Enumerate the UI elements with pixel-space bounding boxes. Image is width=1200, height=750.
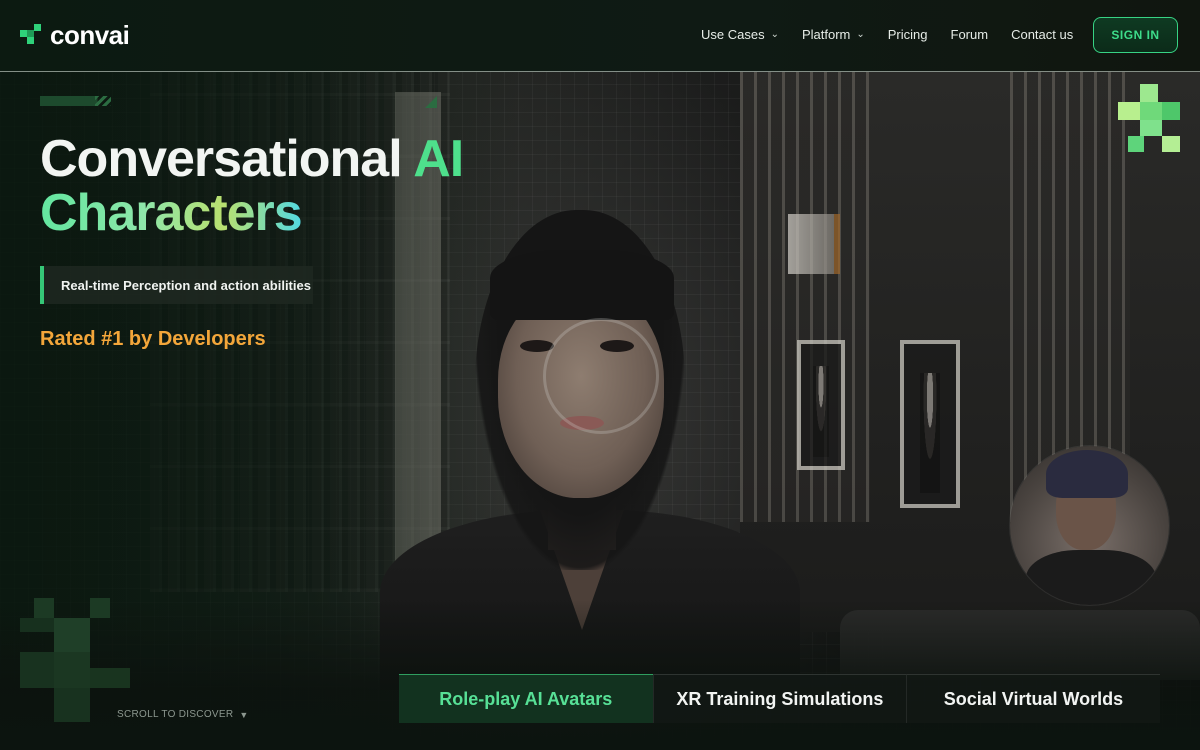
nav-label: Forum xyxy=(950,27,989,42)
chevron-down-icon: ⌄ xyxy=(770,29,779,40)
feature-pill: Real-time Perception and action abilitie… xyxy=(40,266,313,304)
nav-label: Platform xyxy=(801,27,851,42)
hero-background-scene xyxy=(0,0,1200,750)
focus-ring xyxy=(543,318,659,434)
nav-label: Contact us xyxy=(1011,27,1074,42)
chevron-down-icon: ⌄ xyxy=(856,29,865,40)
pixel-decoration-top-right xyxy=(1118,84,1180,154)
nav-use-cases[interactable]: Use Cases ⌄ xyxy=(701,27,779,42)
hero-title-line2: Characters xyxy=(40,184,303,242)
convai-logo-icon xyxy=(20,24,42,46)
nav-label: Use Cases xyxy=(701,27,765,42)
hero-title: Conversational AI Characters xyxy=(40,130,464,242)
nav-platform[interactable]: Platform ⌄ xyxy=(802,27,865,42)
hero-title-accent: AI xyxy=(413,130,464,188)
tab-xr-training-simulations[interactable]: XR Training Simulations xyxy=(652,674,907,723)
hero-decoration-hatch xyxy=(95,96,111,106)
scroll-hint-label: SCROLL TO DISCOVER xyxy=(117,709,234,720)
use-case-tabs: Role-play AI Avatars XR Training Simulat… xyxy=(399,674,1160,723)
pixel-decoration-bottom-left xyxy=(20,598,132,724)
photo-frame xyxy=(900,340,960,508)
sign-in-button[interactable]: SIGN IN xyxy=(1093,17,1178,53)
tab-role-play-ai-avatars[interactable]: Role-play AI Avatars xyxy=(399,674,653,723)
logo-text: convai xyxy=(50,20,130,50)
user-camera-feed xyxy=(1010,446,1169,605)
hero-title-line1: Conversational xyxy=(40,130,403,188)
scroll-hint[interactable]: SCROLL TO DISCOVER ▼ xyxy=(117,709,249,720)
logo[interactable]: convai xyxy=(20,20,130,50)
nav-pricing[interactable]: Pricing xyxy=(888,27,928,42)
nav-contact-us[interactable]: Contact us xyxy=(1011,27,1073,42)
main-nav: Use Cases ⌄ Platform ⌄ Pricing Forum Con… xyxy=(701,27,1096,42)
tab-social-virtual-worlds[interactable]: Social Virtual Worlds xyxy=(906,674,1160,723)
top-navigation-bar: convai Use Cases ⌄ Platform ⌄ Pricing Fo… xyxy=(0,0,1200,72)
rating-text: Rated #1 by Developers xyxy=(40,328,266,350)
triangle-down-icon: ▼ xyxy=(239,709,249,720)
nav-forum[interactable]: Forum xyxy=(951,27,989,42)
nav-label: Pricing xyxy=(887,27,928,42)
